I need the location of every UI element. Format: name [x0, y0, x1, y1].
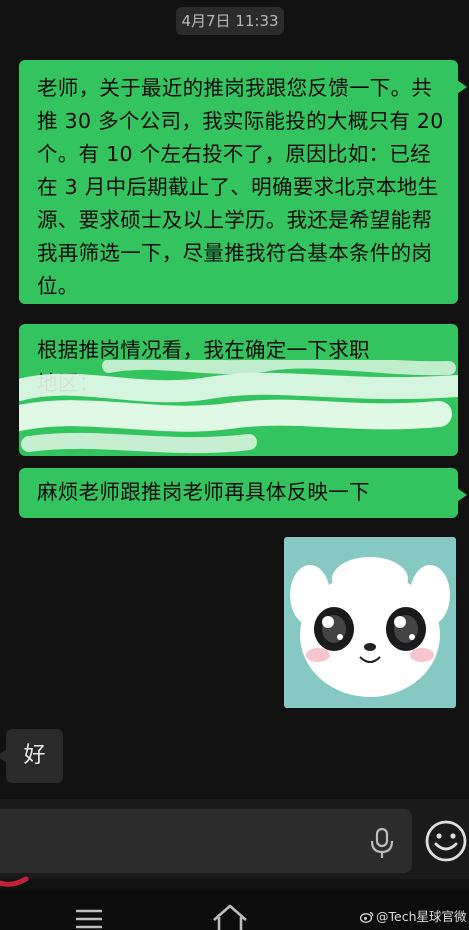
puppy-sticker-icon: [290, 557, 450, 697]
message-timestamp: 4月7日 11:33: [176, 7, 284, 35]
sticker-image[interactable]: [284, 537, 456, 708]
chat-bubble-self[interactable]: 老师，关于最近的推岗我跟您反馈一下。共推 30 多个公司，我实际能投的大概只有 …: [19, 60, 467, 304]
chat-bubble-self-redacted[interactable]: 根据推岗情况看，我在确定一下求职 地区：: [19, 324, 458, 456]
message-input[interactable]: [0, 809, 412, 873]
message-text: 麻烦老师跟推岗老师再具体反映一下: [37, 480, 370, 504]
chat-bubble-other[interactable]: 好: [0, 729, 63, 783]
message-text: 老师，关于最近的推岗我跟您反馈一下。共推 30 多个公司，我实际能投的大概只有 …: [37, 76, 444, 298]
home-icon[interactable]: [210, 902, 250, 930]
message-text: 好: [23, 743, 46, 768]
redaction-scribble: [19, 360, 458, 454]
menu-icon[interactable]: [74, 908, 104, 930]
emoji-icon[interactable]: [424, 819, 468, 863]
watermark: @Tech星球官微: [360, 906, 467, 925]
watermark-text: @Tech星球官微: [376, 909, 467, 924]
chat-bubble-self[interactable]: 麻烦老师跟推岗老师再具体反映一下: [19, 468, 467, 518]
weibo-logo-icon: [360, 911, 374, 923]
chat-input-bar: [0, 799, 469, 879]
microphone-icon[interactable]: [368, 827, 396, 859]
